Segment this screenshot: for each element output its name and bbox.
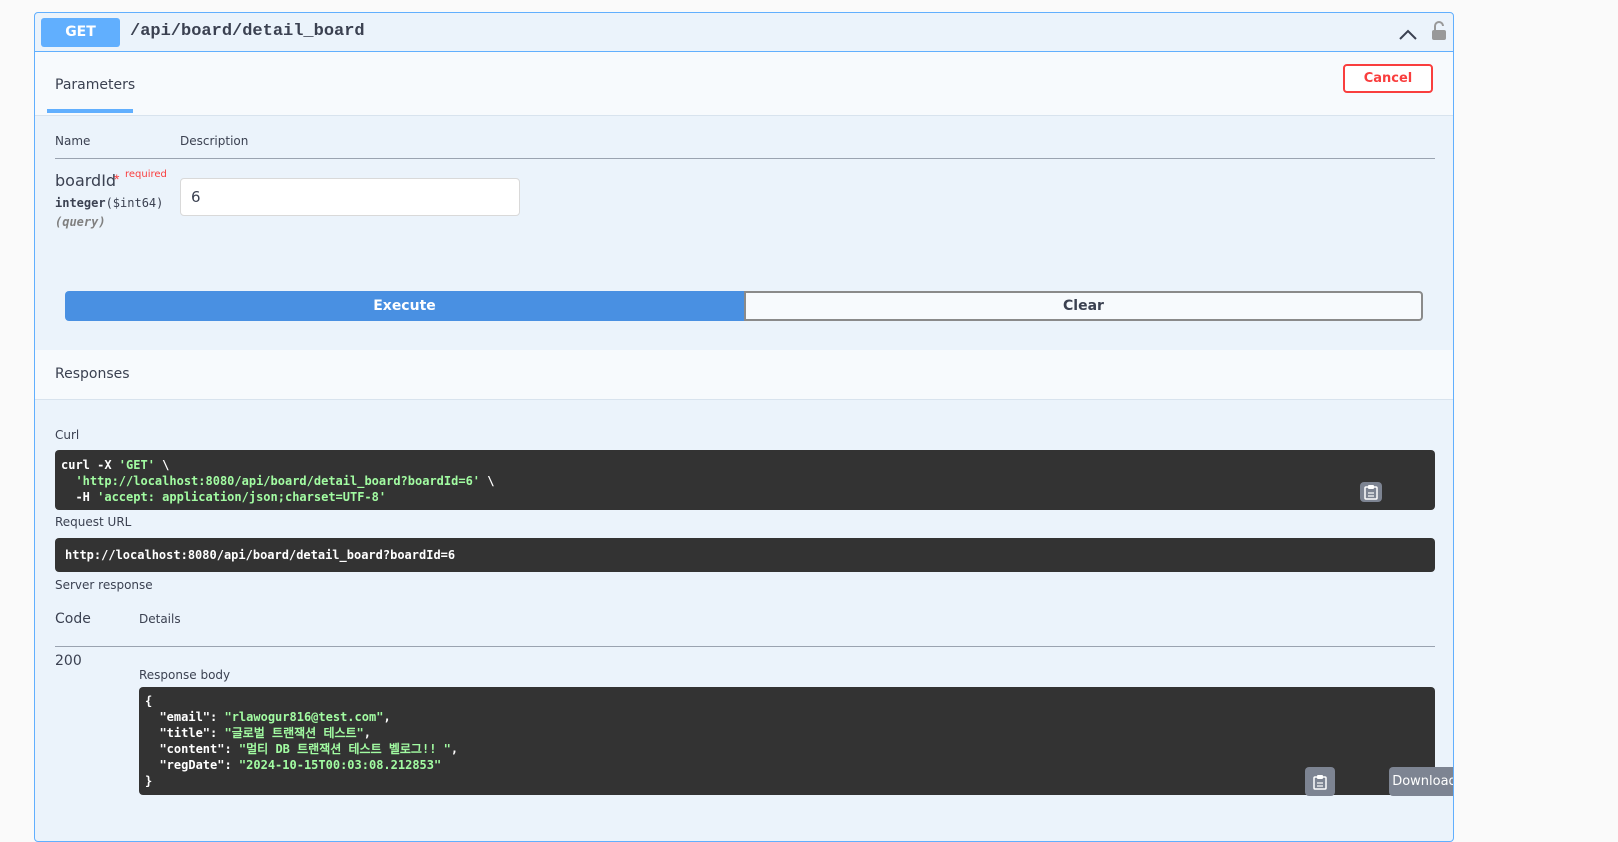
column-header-code: Code xyxy=(55,611,91,627)
curl-line-end: \ xyxy=(480,474,495,488)
operation-path: /api/board/detail_board xyxy=(130,22,365,41)
unlock-icon[interactable] xyxy=(1431,21,1447,41)
json-value: "rlawogur816@test.com" xyxy=(224,710,384,724)
download-button[interactable]: Download xyxy=(1389,767,1453,796)
tab-active-indicator xyxy=(47,109,133,113)
json-key: "title": xyxy=(145,726,225,740)
json-key: "content": xyxy=(145,742,239,756)
required-label: required xyxy=(125,169,167,180)
divider xyxy=(55,158,1435,159)
clear-button[interactable]: Clear xyxy=(744,291,1423,321)
chevron-up-icon[interactable] xyxy=(1397,26,1419,42)
param-location: (query) xyxy=(55,215,106,229)
operation-block: GET /api/board/detail_board Parameters C… xyxy=(34,12,1454,842)
boardid-input[interactable]: 6 xyxy=(180,178,520,216)
param-type: integer($int64) xyxy=(55,196,163,210)
response-body-block[interactable]: { "email": "rlawogur816@test.com", "titl… xyxy=(139,687,1435,795)
curl-line-end: \ xyxy=(154,458,170,472)
parameters-header: Parameters Cancel xyxy=(35,52,1453,116)
param-type-format: ($int64) xyxy=(105,196,164,210)
required-star: * xyxy=(114,171,120,187)
cancel-button[interactable]: Cancel xyxy=(1343,64,1433,93)
json-brace: } xyxy=(145,774,153,788)
json-value: "글로벌 트랜잭션 테스트" xyxy=(224,726,364,740)
curl-url: 'http://localhost:8080/api/board/detail_… xyxy=(75,474,481,488)
column-header-name: Name xyxy=(55,134,91,148)
json-key: "regDate": xyxy=(145,758,239,772)
copy-icon xyxy=(1364,485,1378,500)
json-value: "멀티 DB 트랜잭션 테스트 벨로그!! " xyxy=(238,742,451,756)
tab-parameters[interactable]: Parameters xyxy=(55,77,135,93)
param-name: boardId xyxy=(55,171,117,190)
responses-header: Responses xyxy=(35,350,1453,400)
method-badge: GET xyxy=(41,18,120,47)
json-brace: { xyxy=(145,694,153,708)
request-url-block[interactable]: http://localhost:8080/api/board/detail_b… xyxy=(55,538,1435,572)
request-url-label: Request URL xyxy=(55,515,132,529)
response-body-label: Response body xyxy=(139,668,231,682)
server-response-label: Server response xyxy=(55,578,153,592)
json-value: "2024-10-15T00:03:08.212853" xyxy=(238,758,442,772)
copy-response-button[interactable] xyxy=(1305,767,1335,796)
responses-title: Responses xyxy=(55,366,130,382)
curl-code-block[interactable]: curl -X 'GET' \ 'http://localhost:8080/a… xyxy=(55,450,1435,510)
column-header-description: Description xyxy=(180,134,249,148)
param-type-name: integer xyxy=(55,196,106,210)
curl-cmd: curl -X xyxy=(61,458,119,472)
json-key: "email": xyxy=(145,710,225,724)
curl-flag: -H xyxy=(61,490,98,504)
curl-label: Curl xyxy=(55,428,80,442)
curl-header: 'accept: application/json;charset=UTF-8' xyxy=(97,490,387,504)
divider xyxy=(55,646,1435,647)
operation-summary[interactable]: GET /api/board/detail_board xyxy=(35,13,1453,52)
copy-icon xyxy=(1313,775,1327,790)
curl-method: 'GET' xyxy=(118,458,155,472)
copy-curl-button[interactable] xyxy=(1360,482,1382,502)
response-code: 200 xyxy=(55,653,82,669)
execute-button[interactable]: Execute xyxy=(65,291,744,321)
column-header-details: Details xyxy=(139,612,181,626)
